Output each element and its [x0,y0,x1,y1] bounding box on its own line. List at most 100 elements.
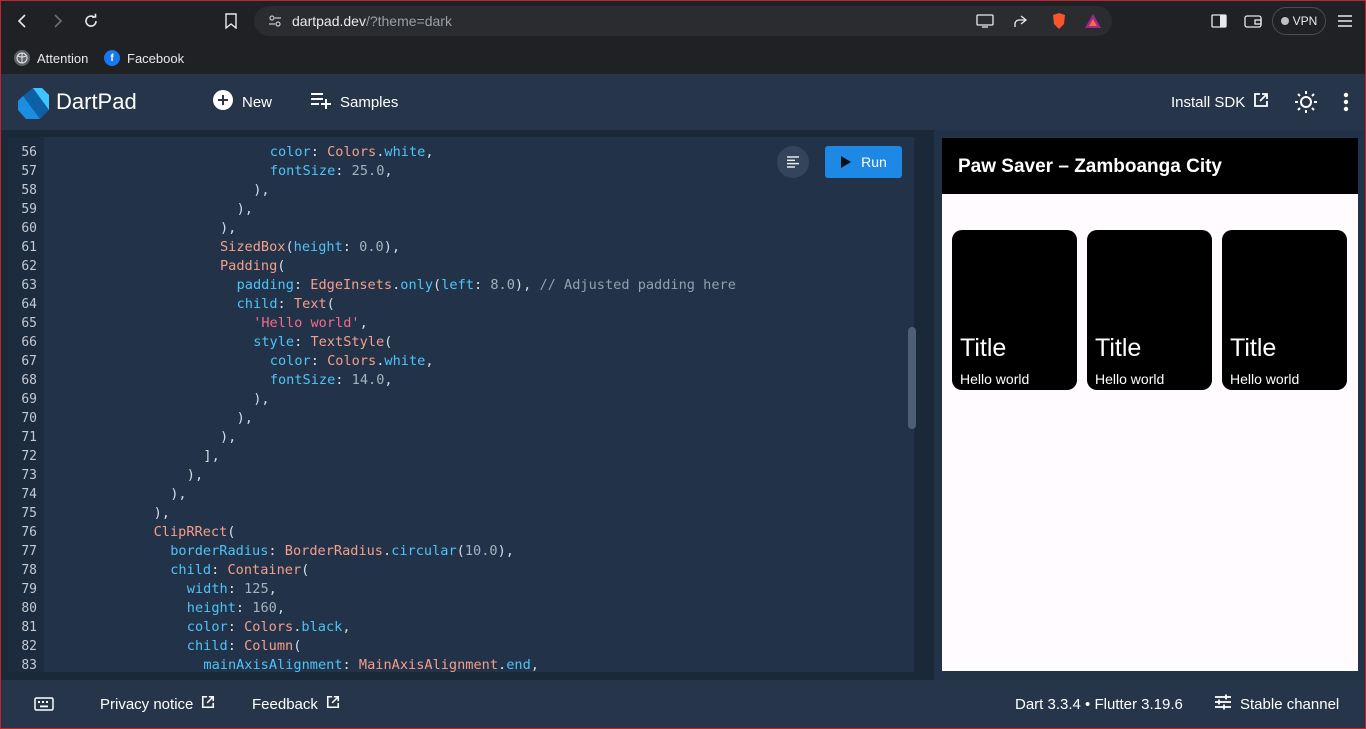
new-button[interactable]: New [212,90,272,114]
code-line[interactable]: ), [220,219,236,238]
code-line[interactable]: color: Colors.white, [270,352,434,371]
wallet-icon[interactable] [1240,9,1266,33]
line-number: 64 [21,297,37,312]
line-number: 82 [21,639,37,654]
code-line[interactable]: child: Text( [237,295,335,314]
preview-card: Title Hello world [1222,230,1347,390]
forward-icon[interactable] [44,9,70,33]
playlist-add-icon [310,91,332,113]
line-number: 61 [21,240,37,255]
code-line[interactable]: SizedBox(height: 0.0), [220,238,400,257]
code-line[interactable]: ), [187,466,203,485]
bookmark-attention[interactable]: Attention [14,46,88,70]
install-sdk-button[interactable]: Install SDK [1171,90,1269,114]
code-token: fontSize [269,372,336,388]
code-line[interactable]: ), [170,485,186,504]
code-line[interactable]: 'Hello world', [253,314,368,333]
code-line[interactable]: width: 125, [187,580,277,599]
code-line[interactable]: ), [154,504,170,523]
card-title: Title [960,334,1007,362]
new-label: New [242,93,273,111]
code-line[interactable]: child: Column( [187,637,302,656]
code-line[interactable]: fontSize: 14.0, [270,371,393,390]
code-line[interactable]: ], [203,447,219,466]
code-line[interactable]: child: Container( [170,561,309,580]
line-number: 58 [21,183,37,198]
code-line[interactable]: ), [220,428,236,447]
run-button[interactable]: Run [825,146,902,178]
code-token: color [186,619,228,635]
card-subtitle: Hello world [1230,371,1300,387]
code-token: Padding [220,258,278,274]
code-token: 25.0 [351,163,385,179]
line-number: 81 [21,620,37,635]
address-bar[interactable]: dartpad.dev/?theme=dark [254,6,1112,36]
panel-divider[interactable] [926,130,934,680]
code-line[interactable]: ), [237,200,253,219]
bookmark-facebook[interactable]: f Facebook [104,46,184,70]
app-header: DartPad New Samples Install SDK [0,74,1366,130]
code-line[interactable]: height: 160, [187,599,285,618]
vpn-button[interactable]: VPN [1272,7,1326,35]
code-token: BorderRadius [284,543,383,559]
code-token: , [384,372,393,388]
cast-icon[interactable] [974,11,996,31]
share-icon[interactable] [1009,11,1031,31]
code-line[interactable]: color: Colors.black, [187,618,351,637]
channel-button[interactable]: Stable channel [1214,694,1339,714]
code-token: ), [220,429,237,445]
code-token: : [342,239,360,255]
bookmark-icon[interactable] [218,9,244,33]
more-vert-icon[interactable] [1334,90,1358,114]
brave-rewards-icon[interactable] [1082,11,1104,31]
line-number: 68 [21,373,37,388]
bookmarks-bar: Attention f Facebook [0,42,1366,74]
back-icon[interactable] [10,9,36,33]
line-number: 73 [21,468,37,483]
line-number: 77 [21,544,37,559]
code-line[interactable]: ), [253,390,269,409]
code-line[interactable]: ), [253,181,269,200]
format-button[interactable] [777,146,809,178]
code-token: ), [236,201,253,217]
line-number: 79 [21,582,37,597]
code-token: : [277,296,294,312]
code-line[interactable]: color: Colors.white, [270,143,434,162]
code-token: 10.0 [464,543,498,559]
brave-shields-icon[interactable] [1048,11,1070,31]
sidebar-toggle-icon[interactable] [1206,9,1232,33]
code-line[interactable]: padding: EdgeInsets.only(left: 8.0), // … [237,276,736,295]
code-token: child [236,296,278,312]
line-number: 60 [21,221,37,236]
code-token: width [186,581,228,597]
line-number-gutter: 56 57 58 59 60 61 62 63 64 65 66 67 68 69 70 71 72 73 74 75… [8,137,44,672]
menu-icon[interactable] [1332,9,1358,33]
feedback-link[interactable]: Feedback [252,694,340,714]
code-line[interactable]: mainAxisAlignment: MainAxisAlignment.end… [203,656,539,672]
code-line[interactable]: borderRadius: BorderRadius.circular(10.0… [170,542,514,561]
code-line[interactable]: ClipRRect( [154,523,236,542]
editor-scrollbar[interactable] [908,327,916,429]
code-line[interactable]: ), [237,409,253,428]
code-token: Colors [327,144,377,160]
code-editor[interactable]: 56 57 58 59 60 61 62 63 64 65 66 67 68 69 70 71 72 73 74 75… [8,137,914,672]
tune-icon [1214,694,1232,714]
code-line[interactable]: Padding( [220,257,285,276]
bookmark-label: Facebook [127,50,185,66]
card-subtitle: Hello world [960,371,1030,387]
url-text[interactable]: dartpad.dev/?theme=dark [292,13,452,29]
line-number: 75 [21,506,37,521]
code-token: style [253,334,295,350]
code-line[interactable]: fontSize: 25.0, [270,162,393,181]
code-token: , [425,144,434,160]
site-settings-icon[interactable] [264,11,286,31]
code-token: : [235,600,253,616]
code-line[interactable]: style: TextStyle( [253,333,392,352]
code-token: ( [456,543,465,559]
keyboard-icon[interactable] [34,694,54,714]
privacy-notice-link[interactable]: Privacy notice [100,694,215,714]
reload-icon[interactable] [78,9,104,33]
app-preview[interactable]: Paw Saver – Zamboanga City Title Hello w… [942,138,1358,671]
samples-button[interactable]: Samples [310,90,398,114]
theme-toggle-icon[interactable] [1294,90,1318,114]
